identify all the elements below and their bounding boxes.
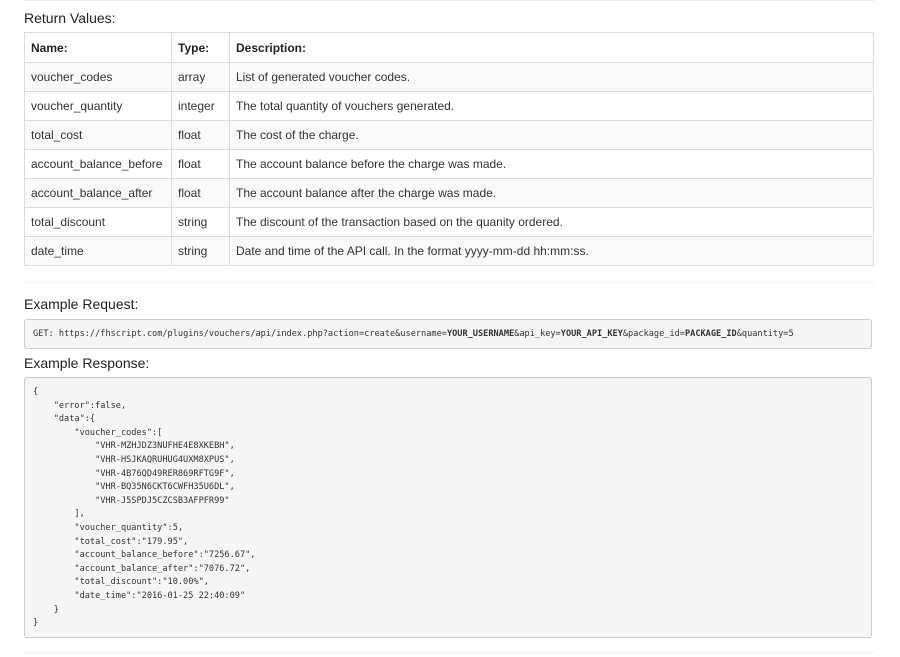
cell-type: float [171, 149, 230, 179]
table-header-row: Name: Type: Description: [24, 32, 874, 63]
header-name: Name: [24, 32, 172, 63]
header-description: Description: [229, 32, 874, 63]
cell-description: The account balance before the charge wa… [229, 149, 874, 179]
table-row: date_time string Date and time of the AP… [24, 236, 874, 266]
cell-name: account_balance_after [24, 178, 172, 208]
table-row: total_cost float The cost of the charge. [24, 120, 874, 150]
top-divider [24, 0, 874, 1]
return-values-table: Name: Type: Description: voucher_codes a… [24, 32, 874, 266]
cell-name: total_cost [24, 120, 172, 150]
cell-name: date_time [24, 236, 172, 266]
header-type: Type: [171, 32, 230, 63]
cell-name: voucher_quantity [24, 91, 172, 121]
table-row: total_discount string The discount of th… [24, 207, 874, 237]
cell-name: total_discount [24, 207, 172, 237]
api-key-placeholder: YOUR_API_KEY [560, 329, 623, 339]
example-response-heading: Example Response: [24, 355, 150, 371]
cell-description: The discount of the transaction based on… [229, 207, 874, 237]
bottom-divider [24, 652, 874, 653]
request-url-part: https://fhscript.com/plugins/vouchers/ap… [58, 329, 447, 339]
request-url-part: &package_id= [622, 329, 685, 339]
table-row: voucher_quantity integer The total quant… [24, 91, 874, 121]
cell-description: List of generated voucher codes. [229, 62, 874, 92]
cell-type: integer [171, 91, 230, 121]
table-row: account_balance_after float The account … [24, 178, 874, 208]
cell-description: Date and time of the API call. In the fo… [229, 236, 874, 266]
cell-description: The cost of the charge. [229, 120, 874, 150]
username-placeholder: YOUR_USERNAME [446, 329, 515, 339]
section-divider [24, 282, 874, 283]
example-request-code: GET: https://fhscript.com/plugins/vouche… [24, 319, 872, 349]
cell-name: voucher_codes [24, 62, 172, 92]
example-request-heading: Example Request: [24, 296, 139, 312]
request-url-part: &quantity=5 [736, 329, 794, 339]
return-values-heading: Return Values: [24, 10, 116, 26]
cell-type: float [171, 178, 230, 208]
cell-type: float [171, 120, 230, 150]
cell-type: string [171, 207, 230, 237]
table-row: voucher_codes array List of generated vo… [24, 62, 874, 92]
request-url-part: &api_key= [514, 329, 561, 339]
request-method: GET: [33, 329, 54, 339]
cell-type: string [171, 236, 230, 266]
package-id-placeholder: PACKAGE_ID [684, 329, 737, 339]
cell-name: account_balance_before [24, 149, 172, 179]
cell-description: The total quantity of vouchers generated… [229, 91, 874, 121]
table-row: account_balance_before float The account… [24, 149, 874, 179]
example-response-code: { "error":false, "data":{ "voucher_codes… [24, 377, 872, 638]
cell-type: array [171, 62, 230, 92]
cell-description: The account balance after the charge was… [229, 178, 874, 208]
